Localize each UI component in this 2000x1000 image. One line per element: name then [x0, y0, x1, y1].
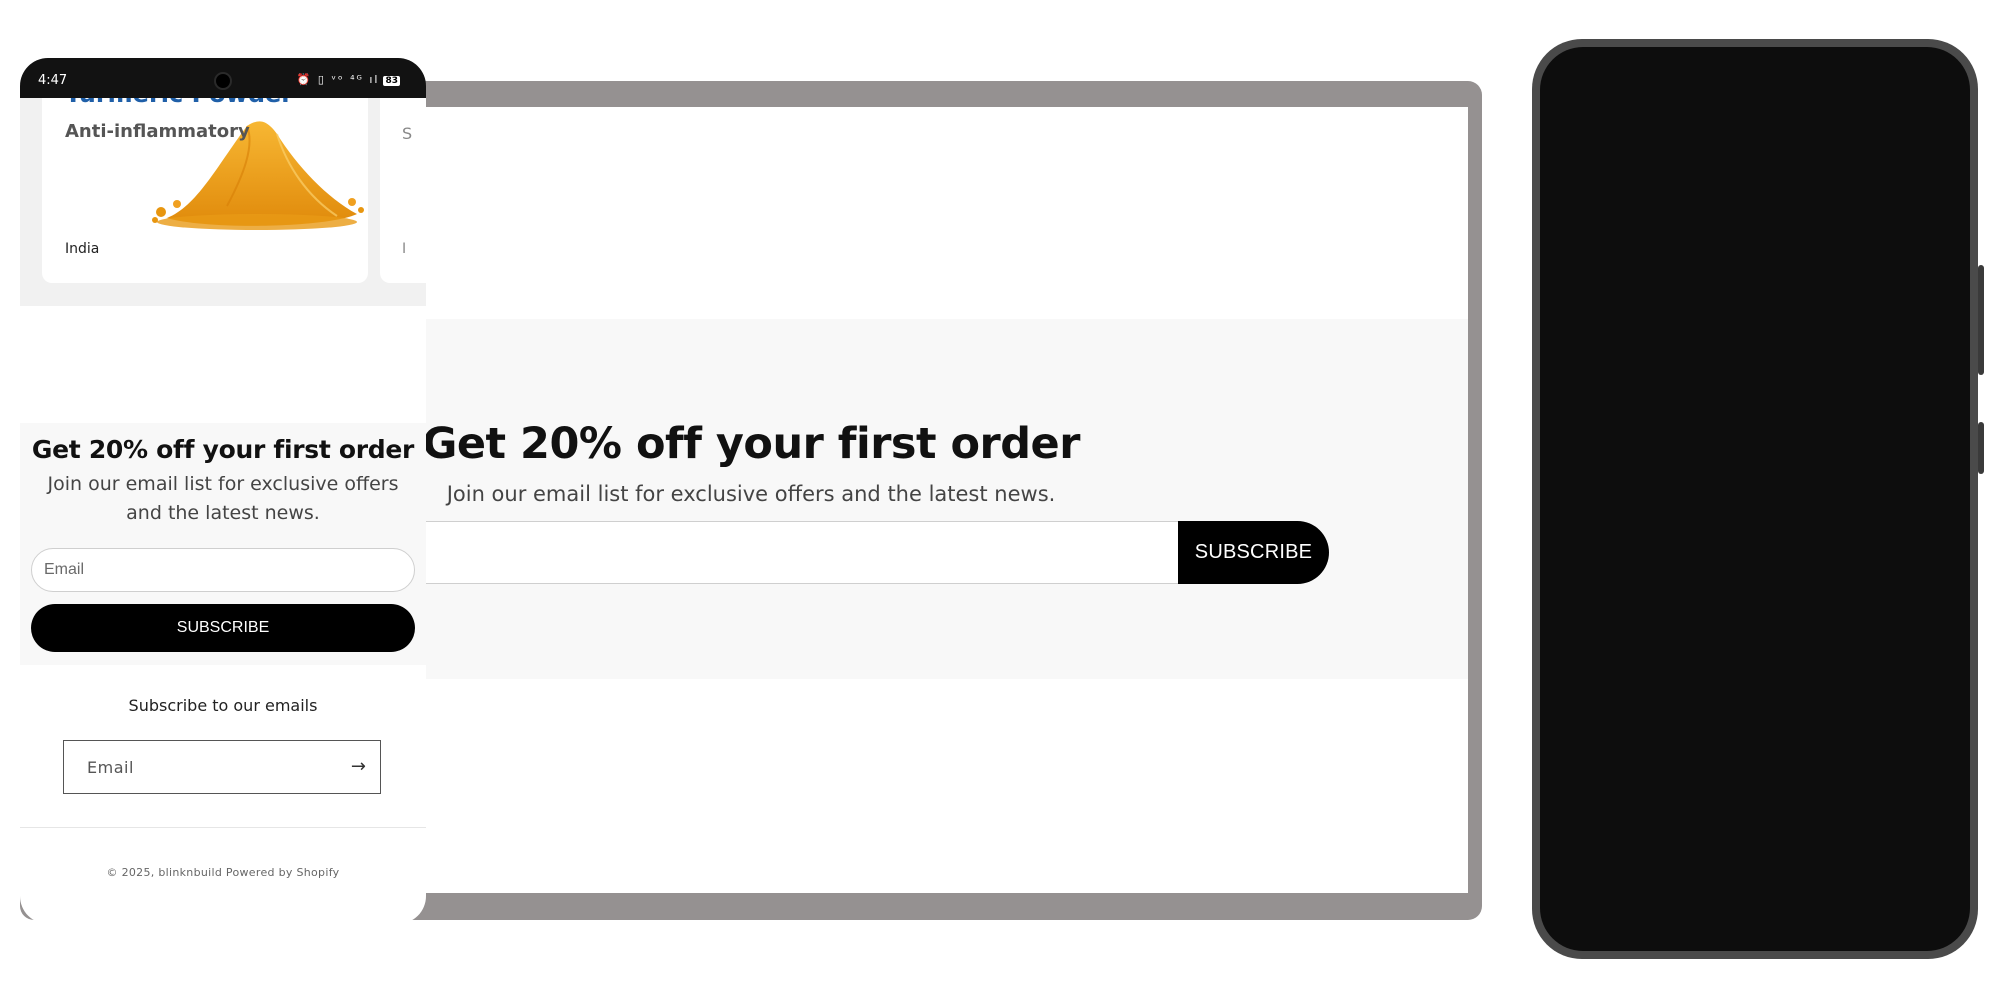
mobile-app-screen: Turmeric Powder Anti-inflammatory [20, 98, 426, 924]
product-card[interactable]: Turmeric Powder Anti-inflammatory [42, 98, 368, 283]
next-card-partial-origin: I [402, 241, 407, 257]
front-camera-icon [214, 72, 232, 90]
subscribe-button[interactable]: SUBSCRIBE [1178, 521, 1329, 584]
battery-icon: 83 [383, 76, 400, 86]
status-time: 4:47 [38, 73, 68, 88]
product-origin: India [65, 241, 100, 257]
newsletter-email-input[interactable] [64, 741, 334, 793]
next-product-card[interactable]: S I [380, 98, 426, 283]
phone-volume-button [1978, 265, 1984, 375]
next-card-partial-text: S [402, 124, 413, 143]
mobile-subscribe-button[interactable]: SUBSCRIBE [31, 604, 415, 652]
phone-power-button [1978, 422, 1984, 474]
phone-bezel [1540, 47, 1970, 951]
status-signal-icons: ⏰ ▯ ᵛᵒ ⁴ᴳ ıl [296, 73, 380, 86]
phone-device-frame [1532, 39, 1984, 959]
product-subtitle: Anti-inflammatory [65, 121, 250, 142]
newsletter-heading: Subscribe to our emails [128, 696, 318, 715]
mobile-promo-email-input[interactable] [31, 548, 415, 592]
phone-status-bar: 4:47 ⏰ ▯ ᵛᵒ ⁴ᴳ ıl 83 [20, 58, 426, 98]
arrow-right-icon[interactable]: → [351, 756, 366, 777]
status-icons: ⏰ ▯ ᵛᵒ ⁴ᴳ ıl 83 [297, 73, 400, 86]
mobile-promo-subtitle: Join our email list for exclusive offers… [47, 473, 399, 524]
footer-divider [20, 827, 426, 828]
footer-copyright: © 2025, blinknbuild Powered by Shopify [106, 866, 340, 879]
product-carousel[interactable]: Turmeric Powder Anti-inflammatory [20, 98, 426, 306]
newsletter-email-field: → [63, 740, 381, 794]
mobile-promo-title: Get 20% off your first order [31, 435, 415, 464]
